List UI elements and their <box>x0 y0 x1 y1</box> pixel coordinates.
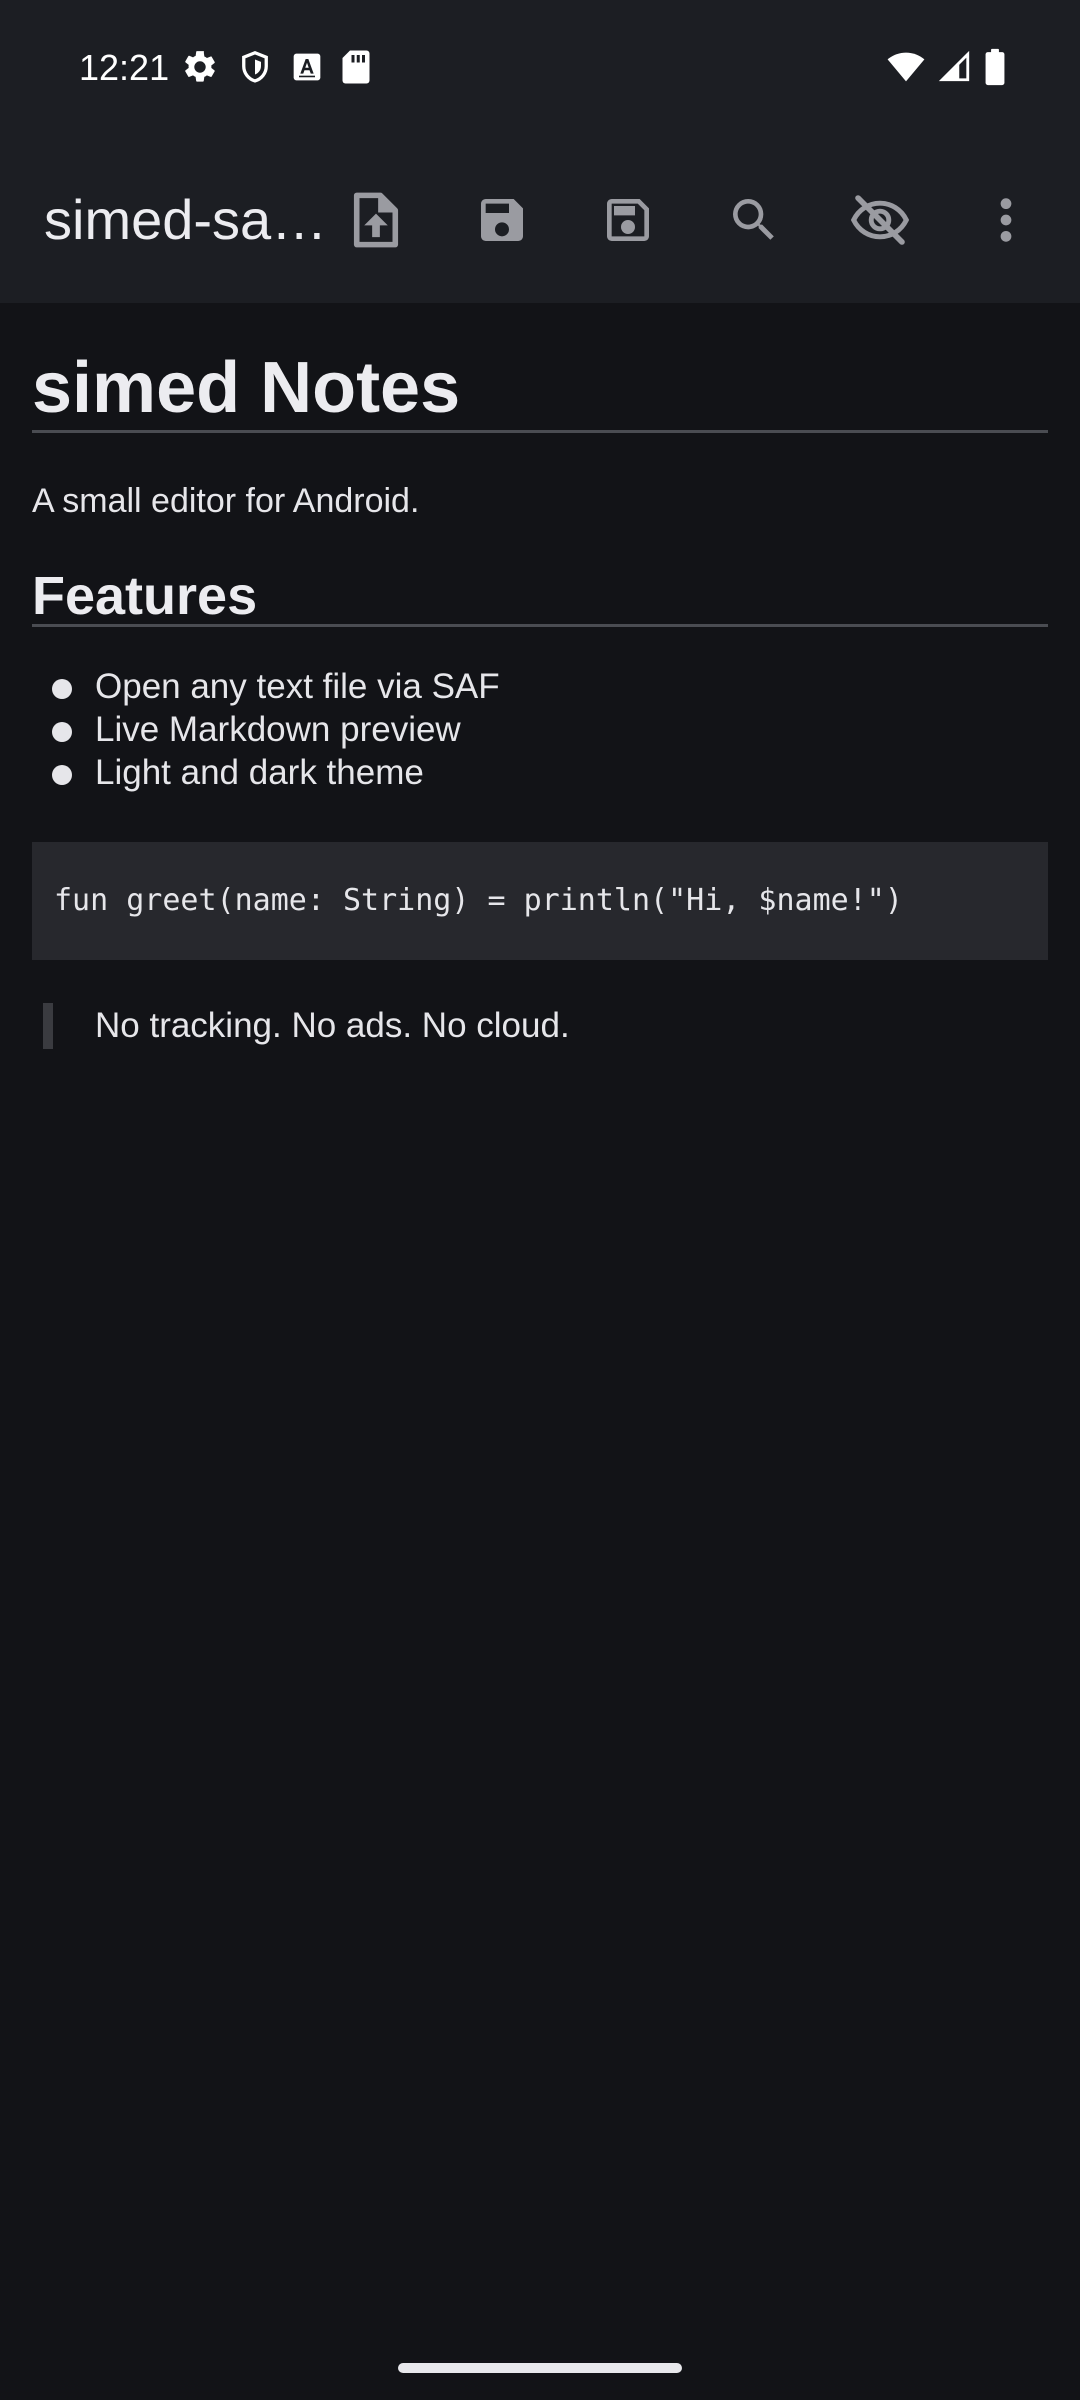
more-vert-icon <box>1000 198 1012 242</box>
sd-card-icon <box>342 50 370 84</box>
app-toolbar: simed-sa… <box>0 136 1080 303</box>
status-time: 12:21 <box>79 47 170 88</box>
text-a-icon <box>293 53 321 81</box>
search-icon <box>733 199 774 240</box>
open-file-button[interactable] <box>334 178 418 262</box>
bullet-icon <box>52 765 72 785</box>
feature-list: Open any text file via SAF Live Markdown… <box>32 665 500 794</box>
subheading-rule <box>32 624 1048 627</box>
shield-icon <box>242 50 268 83</box>
file-upload-icon <box>353 192 399 248</box>
document-paragraph: A small editor for Android. <box>32 482 420 520</box>
bullet-icon <box>52 722 72 742</box>
document-subheading: Features <box>32 566 258 626</box>
save-button[interactable] <box>460 178 544 262</box>
status-system-icons <box>886 48 1006 86</box>
document-heading: simed Notes <box>32 348 461 428</box>
list-item-text: Light and dark theme <box>95 753 424 792</box>
list-item: Live Markdown preview <box>32 708 500 751</box>
list-item: Light and dark theme <box>32 751 500 794</box>
status-notification-icons <box>181 48 371 86</box>
gesture-nav-handle[interactable] <box>398 2363 682 2373</box>
status-bar: 12:21 <box>0 0 1080 136</box>
search-button[interactable] <box>712 178 796 262</box>
heading-rule <box>32 430 1048 433</box>
file-title: simed-sa… <box>44 188 324 251</box>
bullet-icon <box>52 679 72 699</box>
blockquote-bar <box>43 1003 53 1049</box>
save-outline-icon <box>607 199 649 241</box>
code-block: fun greet(name: String) = println("Hi, $… <box>32 842 1048 960</box>
toggle-preview-button[interactable] <box>838 178 922 262</box>
battery-icon <box>985 48 1005 86</box>
list-item-text: Live Markdown preview <box>95 710 461 749</box>
save-icon <box>481 199 523 241</box>
code-text: fun greet(name: String) = println("Hi, $… <box>54 883 903 918</box>
save-as-button[interactable] <box>586 178 670 262</box>
blockquote-text: No tracking. No ads. No cloud. <box>95 1006 570 1045</box>
wifi-icon <box>887 52 925 82</box>
list-item: Open any text file via SAF <box>32 665 500 708</box>
settings-icon <box>185 51 215 82</box>
eye-off-icon <box>850 195 910 245</box>
cell-signal-icon <box>938 50 970 82</box>
more-options-button[interactable] <box>964 178 1048 262</box>
list-item-text: Open any text file via SAF <box>95 667 500 706</box>
